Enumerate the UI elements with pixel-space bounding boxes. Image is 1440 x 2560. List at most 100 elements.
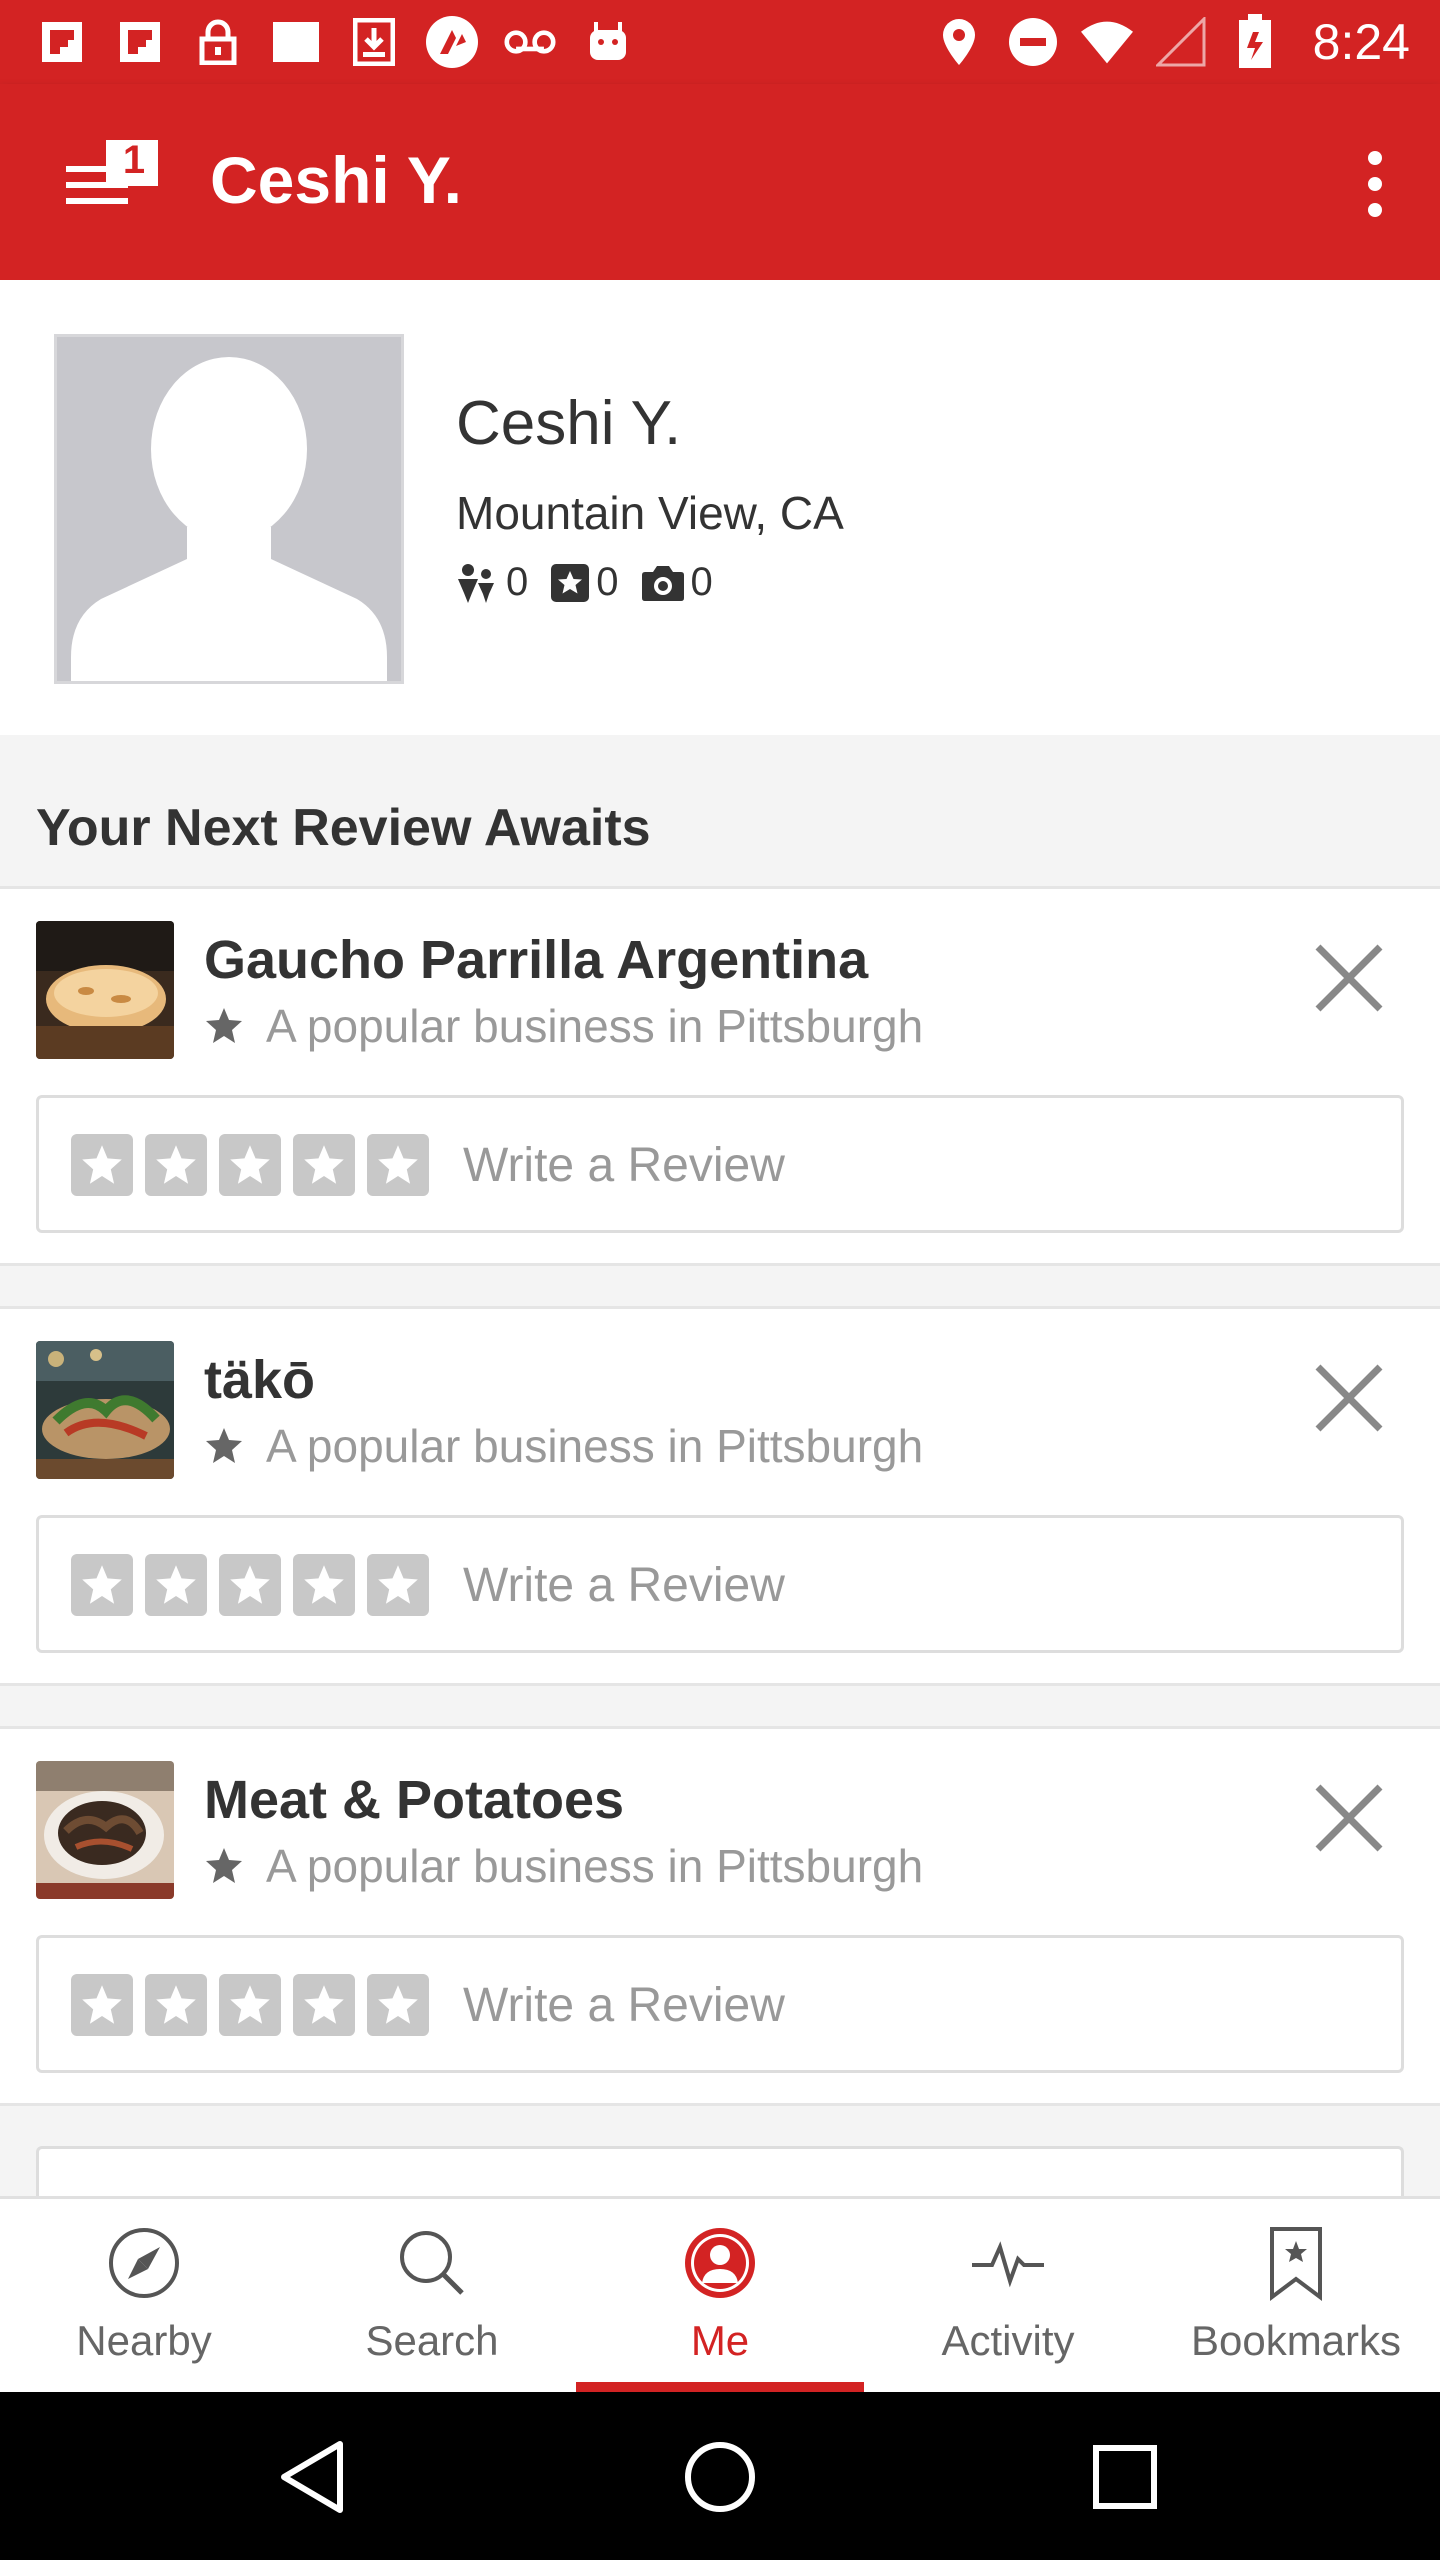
download-icon bbox=[348, 16, 400, 68]
rating-star-4[interactable] bbox=[293, 1554, 355, 1616]
nav-label: Nearby bbox=[76, 2317, 212, 2364]
nav-me[interactable]: Me bbox=[576, 2199, 864, 2392]
star-icon bbox=[304, 1565, 344, 1604]
star-icon bbox=[230, 1565, 270, 1604]
nav-nearby[interactable]: Nearby bbox=[0, 2199, 288, 2392]
lock-icon bbox=[192, 16, 244, 68]
business-photo[interactable] bbox=[36, 1341, 174, 1479]
star-icon bbox=[304, 1985, 344, 2024]
star-rating-input[interactable] bbox=[71, 1974, 429, 2036]
star-icon bbox=[82, 1145, 122, 1184]
nav-label: Activity bbox=[941, 2317, 1075, 2364]
star-icon bbox=[230, 1985, 270, 2024]
nav-activity[interactable]: Activity bbox=[864, 2199, 1152, 2392]
notifications-menu-button[interactable]: 1 bbox=[60, 134, 164, 224]
status-bar: 8:24 bbox=[0, 0, 1440, 84]
rating-star-4[interactable] bbox=[293, 1134, 355, 1196]
star-icon bbox=[82, 1985, 122, 2024]
section-title: Your Next Review Awaits bbox=[36, 799, 651, 857]
business-photo[interactable] bbox=[36, 1761, 174, 1899]
star-rating-input[interactable] bbox=[71, 1554, 429, 1616]
rating-star-3[interactable] bbox=[219, 1974, 281, 2036]
rating-star-1[interactable] bbox=[71, 1554, 133, 1616]
avatar[interactable] bbox=[54, 334, 404, 684]
recent-apps-icon[interactable] bbox=[1080, 2432, 1170, 2522]
camera-icon bbox=[641, 565, 684, 601]
write-review-box[interactable]: Write a Review bbox=[36, 1515, 1404, 1653]
nav-label: Search bbox=[365, 2317, 499, 2364]
dismiss-close-icon[interactable] bbox=[1310, 1359, 1388, 1437]
square-icon bbox=[270, 16, 322, 68]
star-icon bbox=[156, 1985, 196, 2024]
battery-icon bbox=[1229, 14, 1281, 68]
wifi-icon bbox=[1080, 16, 1133, 68]
home-icon[interactable] bbox=[675, 2432, 765, 2522]
business-subtitle-text: A popular business in Pittsburgh bbox=[266, 1840, 924, 1892]
business-name[interactable]: Meat & Potatoes bbox=[204, 1769, 624, 1831]
write-review-box[interactable]: Write a Review bbox=[36, 1095, 1404, 1233]
star-icon bbox=[206, 1008, 242, 1043]
app-screen: 8:24 1 Ceshi Y. Ceshi Y. Mountain View, … bbox=[0, 0, 1440, 2560]
system-navigation-bar bbox=[0, 2392, 1440, 2560]
status-time: 8:24 bbox=[1312, 14, 1410, 70]
rating-star-5[interactable] bbox=[367, 1554, 429, 1616]
rating-star-4[interactable] bbox=[293, 1974, 355, 2036]
business-name[interactable]: täkō bbox=[204, 1349, 315, 1411]
nav-label: Me bbox=[690, 2317, 750, 2364]
business-subtitle-text: A popular business in Pittsburgh bbox=[266, 1420, 924, 1472]
flipboard-icon bbox=[114, 16, 166, 68]
business-photo[interactable] bbox=[36, 921, 174, 1059]
star-icon bbox=[378, 1985, 418, 2024]
business-subtitle: A popular business in Pittsburgh bbox=[204, 1419, 923, 1473]
android-icon bbox=[582, 16, 634, 68]
friends-count: 0 bbox=[506, 560, 529, 604]
active-tab-indicator bbox=[576, 2382, 864, 2392]
back-icon[interactable] bbox=[270, 2432, 360, 2522]
rating-star-1[interactable] bbox=[71, 1974, 133, 2036]
write-review-box[interactable]: Write a Review bbox=[36, 1935, 1404, 2073]
reviews-count: 0 bbox=[596, 560, 619, 604]
profile-location: Mountain View, CA bbox=[456, 487, 844, 539]
business-subtitle: A popular business in Pittsburgh bbox=[204, 999, 923, 1053]
page-title: Ceshi Y. bbox=[210, 143, 462, 217]
star-icon bbox=[206, 1428, 242, 1463]
flipboard-icon bbox=[36, 16, 88, 68]
business-subtitle-text: A popular business in Pittsburgh bbox=[266, 1000, 924, 1052]
default-avatar-silhouette-icon bbox=[71, 357, 387, 681]
star-rating-input[interactable] bbox=[71, 1134, 429, 1196]
rating-star-2[interactable] bbox=[145, 1134, 207, 1196]
do-not-disturb-icon bbox=[1007, 16, 1059, 68]
nav-search[interactable]: Search bbox=[288, 2199, 576, 2392]
business-name[interactable]: Gaucho Parrilla Argentina bbox=[204, 929, 868, 991]
activity-icon bbox=[968, 2223, 1048, 2303]
rating-star-3[interactable] bbox=[219, 1554, 281, 1616]
star-icon bbox=[378, 1565, 418, 1604]
signal-icon bbox=[1155, 16, 1207, 68]
nav-bookmarks[interactable]: Bookmarks bbox=[1152, 2199, 1440, 2392]
reviews-stat: 0 bbox=[550, 560, 619, 605]
suggestion-card: Meat & Potatoes A popular business in Pi… bbox=[0, 1726, 1440, 2106]
star-icon bbox=[156, 1145, 196, 1184]
write-review-prompt[interactable]: Write a Review bbox=[463, 1558, 785, 1613]
rating-star-1[interactable] bbox=[71, 1134, 133, 1196]
rating-star-5[interactable] bbox=[367, 1974, 429, 2036]
rating-star-3[interactable] bbox=[219, 1134, 281, 1196]
photos-stat: 0 bbox=[641, 560, 713, 605]
dismiss-close-icon[interactable] bbox=[1310, 1779, 1388, 1857]
write-review-prompt[interactable]: Write a Review bbox=[463, 1978, 785, 2033]
compass-icon bbox=[104, 2223, 184, 2303]
profile-stats: 0 0 0 bbox=[456, 560, 713, 605]
profile-header: Ceshi Y. Mountain View, CA 0 0 0 bbox=[0, 280, 1440, 735]
business-subtitle: A popular business in Pittsburgh bbox=[204, 1839, 923, 1893]
bookmark-icon bbox=[1256, 2223, 1336, 2303]
location-icon bbox=[933, 16, 985, 68]
rating-star-5[interactable] bbox=[367, 1134, 429, 1196]
dismiss-close-icon[interactable] bbox=[1310, 939, 1388, 1017]
rating-star-2[interactable] bbox=[145, 1974, 207, 2036]
write-review-prompt[interactable]: Write a Review bbox=[463, 1138, 785, 1193]
profile-icon bbox=[680, 2223, 760, 2303]
more-options-icon[interactable] bbox=[1350, 144, 1400, 224]
star-icon bbox=[156, 1565, 196, 1604]
rating-star-2[interactable] bbox=[145, 1554, 207, 1616]
nav-label: Bookmarks bbox=[1190, 2317, 1402, 2364]
